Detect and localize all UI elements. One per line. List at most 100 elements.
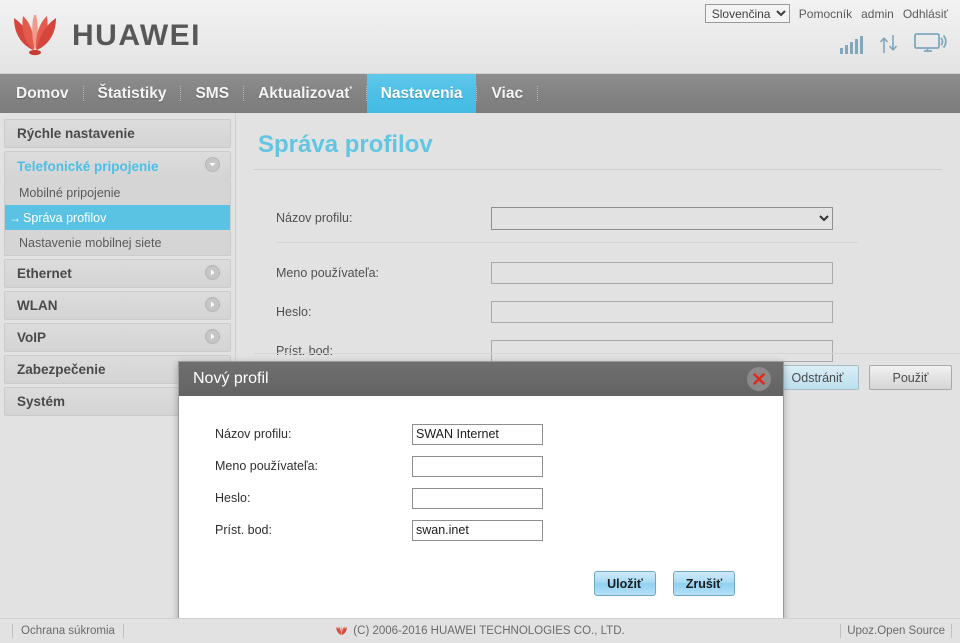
dialog-title-bar: Nový profil [179,362,783,396]
open-source-link[interactable]: Upoz.Open Source [840,624,952,638]
sidebar-group-ethernet: Ethernet [4,259,231,288]
dialog-row-username: Meno používateľa: [215,450,783,482]
chevron-right-icon [205,328,220,347]
dialog-row-apn: Príst. bod: [215,514,783,546]
main-navigation: Domov Štatistiky SMS Aktualizovať Nastav… [0,74,960,113]
logout-link[interactable]: Odhlásiť [903,7,948,21]
help-link[interactable]: Pomocník [799,7,852,21]
sidebar-submenu-dialup: Mobilné pripojenie → Správa profilov Nas… [4,180,231,256]
close-icon[interactable] [747,367,771,391]
form-row-username: Meno používateľa: [276,255,942,291]
language-select[interactable]: Slovenčina [704,4,790,23]
dialog-row-profile-name: Názov profilu: [215,418,783,450]
nav-item-aktualizovat[interactable]: Aktualizovať [244,74,366,113]
nav-separator [243,86,245,101]
chevron-right-icon [205,296,220,315]
dialog-title: Nový profil [193,370,269,387]
new-profile-dialog: Nový profil Názov profilu: Meno používat… [178,361,784,625]
username-input[interactable] [491,262,833,284]
password-input[interactable] [491,301,833,323]
password-label: Heslo: [276,305,312,319]
signal-bars-icon [840,36,863,54]
dialog-body: Názov profilu: Meno používateľa: Heslo: … [179,396,783,624]
browser-page: HUAWEI Slovenčina Pomocník admin Odhlási… [0,0,960,643]
brand-logo[interactable]: HUAWEI [10,14,201,58]
huawei-flower-logo-small [336,625,347,635]
sidebar-item-label: Zabezpečenie [17,362,106,377]
dialog-apn-input[interactable] [412,519,543,541]
form-row-password: Heslo: [276,294,942,330]
page-footer: Ochrana súkromia (C) 2006-2016 HUAWEI TE… [0,618,960,643]
data-transfer-arrows-icon [879,35,898,53]
profile-name-label: Názov profilu: [276,211,353,225]
nav-item-nastavenia[interactable]: Nastavenia [366,74,477,113]
dialog-password-input[interactable] [412,487,543,509]
sidebar-item-label: Ethernet [17,266,72,281]
delete-button[interactable]: Odstrániť [776,365,859,390]
actions-divider [254,353,960,354]
dialog-password-label: Heslo: [215,491,251,505]
sidebar-item-label: Správa profilov [23,210,107,225]
privacy-link[interactable]: Ochrana súkromia [12,624,124,638]
sidebar-item-sprava-profilov[interactable]: → Správa profilov [5,205,230,230]
nav-separator [82,86,84,101]
dialog-action-bar: Uložiť Zrušiť [594,571,735,596]
form-row-profile-name: Názov profilu: [276,200,942,236]
apn-input[interactable] [491,340,833,362]
sidebar-item-nastavenie-mobilnej-siete[interactable]: Nastavenie mobilnej siete [5,230,230,255]
dialog-row-password: Heslo: [215,482,783,514]
sidebar-item-label: VoIP [17,330,47,345]
nav-item-sms[interactable]: SMS [181,74,243,113]
sidebar-item-rychle-nastavenie[interactable]: Rýchle nastavenie [4,119,231,148]
form-divider [276,242,858,243]
sidebar-item-label: Mobilné pripojenie [19,185,121,200]
sidebar-item-mobilne-pripojenie[interactable]: Mobilné pripojenie [5,180,230,205]
status-icon-group [840,32,948,54]
sidebar-group-voip: VoIP [4,323,231,352]
sidebar-item-ethernet[interactable]: Ethernet [4,259,231,288]
active-arrow-icon: → [9,210,21,225]
page-title: Správa profilov [258,131,433,158]
chevron-down-icon [205,157,220,175]
sidebar-group-dialup: Telefonické pripojenie Mobilné pripojeni… [4,151,231,256]
sidebar-item-wlan[interactable]: WLAN [4,291,231,320]
profile-name-select[interactable] [491,206,833,230]
sidebar-item-label: Systém [17,394,66,409]
header-utility-bar: Slovenčina Pomocník admin Odhlásiť [704,4,948,23]
nav-item-statistiky[interactable]: Štatistiky [84,74,181,113]
cancel-button[interactable]: Zrušiť [673,571,735,596]
sidebar-group-quick-setup: Rýchle nastavenie [4,119,231,148]
dialog-username-input[interactable] [412,455,543,477]
huawei-flower-logo [14,15,56,56]
copyright-text: (C) 2006-2016 HUAWEI TECHNOLOGIES CO., L… [353,625,625,637]
chevron-right-icon [205,264,220,283]
username-label: Meno používateľa: [276,266,380,280]
nav-separator [180,86,182,101]
save-button[interactable]: Uložiť [594,571,656,596]
sidebar-item-label: Nastavenie mobilnej siete [19,235,162,250]
dialog-profile-name-input[interactable] [412,423,543,445]
nav-item-viac[interactable]: Viac [477,74,537,113]
copyright-block: (C) 2006-2016 HUAWEI TECHNOLOGIES CO., L… [335,625,625,637]
nav-separator [537,86,539,101]
current-user-label[interactable]: admin [861,7,894,21]
brand-name: HUAWEI [72,19,201,52]
profile-form: Názov profilu: Meno používateľa: Heslo: … [254,200,942,369]
sidebar-item-label: Rýchle nastavenie [17,126,135,141]
apply-button[interactable]: Použiť [869,365,952,390]
nav-item-domov[interactable]: Domov [2,74,83,113]
sidebar-item-label: WLAN [17,298,58,313]
dialog-apn-label: Príst. bod: [215,523,272,537]
sidebar-item-telefonicke-pripojenie[interactable]: Telefonické pripojenie [4,151,231,180]
title-divider [254,169,942,170]
sidebar-item-label: Telefonické pripojenie [17,158,159,174]
dialog-username-label: Meno používateľa: [215,459,319,473]
dialog-profile-name-label: Názov profilu: [215,427,292,441]
nav-separator [365,86,367,101]
nav-separator [476,86,478,101]
page-header: HUAWEI Slovenčina Pomocník admin Odhlási… [0,0,960,74]
main-action-bar: Odstrániť Použiť [776,365,952,390]
sidebar-item-voip[interactable]: VoIP [4,323,231,352]
sidebar-group-wlan: WLAN [4,291,231,320]
connected-device-icon [914,33,947,52]
